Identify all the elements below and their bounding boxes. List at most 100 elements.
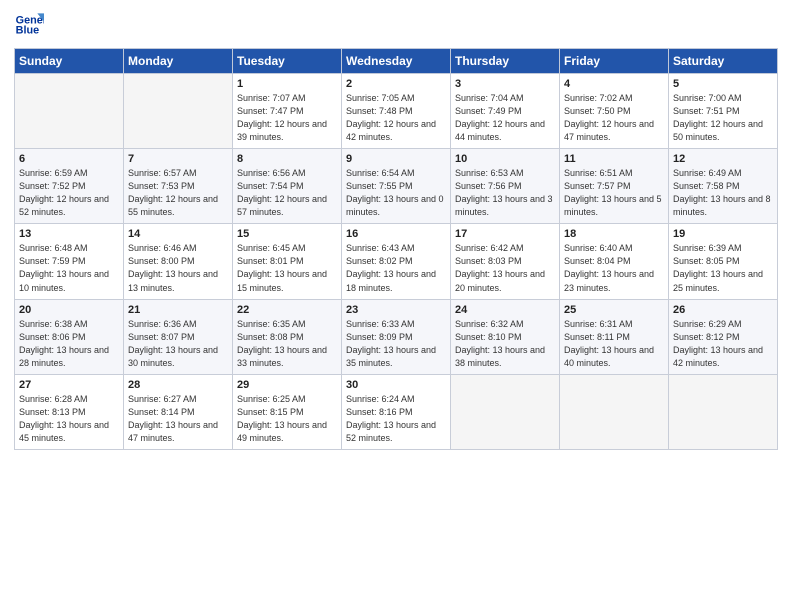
calendar-cell: 10Sunrise: 6:53 AMSunset: 7:56 PMDayligh… [451,149,560,224]
weekday-header-tuesday: Tuesday [233,49,342,74]
day-info: Sunrise: 6:46 AMSunset: 8:00 PMDaylight:… [128,242,228,294]
calendar-cell [669,374,778,449]
weekday-header-monday: Monday [124,49,233,74]
calendar-cell: 19 Sunrise: 6:39 AMSunset: 8:05 PMDayligh… [669,224,778,299]
day-info: Sunrise: 6:32 AMSunset: 8:10 PMDaylight:… [455,318,555,370]
day-info: Sunrise: 6:35 AMSunset: 8:08 PMDaylight:… [237,318,337,370]
day-number: 12 [673,153,773,165]
day-info: Sunrise: 6:36 AMSunset: 8:07 PMDaylight:… [128,318,228,370]
day-number: 27 [19,379,119,391]
day-info: Sunrise: 6:57 AMSunset: 7:53 PMDaylight:… [128,167,228,219]
day-info: Sunrise: 6:28 AMSunset: 8:13 PMDaylight:… [19,393,119,445]
week-row-2: 6 Sunrise: 6:59 AMSunset: 7:52 PMDaylight… [15,149,778,224]
day-number: 26 [673,304,773,316]
day-number: 3 [455,78,555,90]
day-info: Sunrise: 6:40 AMSunset: 8:04 PMDaylight:… [564,242,664,294]
day-number: 20 [19,304,119,316]
day-number: 6 [19,153,119,165]
day-info: Sunrise: 6:51 AMSunset: 7:57 PMDaylight:… [564,167,664,219]
day-info: Sunrise: 6:42 AMSunset: 8:03 PMDaylight:… [455,242,555,294]
day-number: 23 [346,304,446,316]
day-number: 25 [564,304,664,316]
svg-text:Blue: Blue [16,24,39,36]
calendar-cell: 9 Sunrise: 6:54 AMSunset: 7:55 PMDaylight… [342,149,451,224]
calendar-cell: 28 Sunrise: 6:27 AMSunset: 8:14 PMDayligh… [124,374,233,449]
calendar-cell: 26 Sunrise: 6:29 AMSunset: 8:12 PMDayligh… [669,299,778,374]
calendar-cell: 16Sunrise: 6:43 AMSunset: 8:02 PMDayligh… [342,224,451,299]
weekday-header-friday: Friday [560,49,669,74]
calendar-cell: 15Sunrise: 6:45 AMSunset: 8:01 PMDayligh… [233,224,342,299]
day-number: 14 [128,228,228,240]
calendar-cell: 24 Sunrise: 6:32 AMSunset: 8:10 PMDayligh… [451,299,560,374]
calendar-cell: 17 Sunrise: 6:42 AMSunset: 8:03 PMDayligh… [451,224,560,299]
day-info: Sunrise: 6:53 AMSunset: 7:56 PMDaylight:… [455,167,555,219]
day-info: Sunrise: 6:29 AMSunset: 8:12 PMDaylight:… [673,318,773,370]
day-number: 24 [455,304,555,316]
day-info: Sunrise: 6:27 AMSunset: 8:14 PMDaylight:… [128,393,228,445]
header: General Blue [14,10,778,40]
calendar-cell: 6 Sunrise: 6:59 AMSunset: 7:52 PMDaylight… [15,149,124,224]
day-number: 1 [237,78,337,90]
calendar-cell [124,74,233,149]
calendar-cell: 2 Sunrise: 7:05 AMSunset: 7:48 PMDaylight… [342,74,451,149]
day-info: Sunrise: 6:59 AMSunset: 7:52 PMDaylight:… [19,167,119,219]
calendar-cell: 30 Sunrise: 6:24 AMSunset: 8:16 PMDayligh… [342,374,451,449]
weekday-header-saturday: Saturday [669,49,778,74]
calendar-page: General Blue SundayMondayTuesdayWednesda… [0,0,792,612]
calendar-cell: 20 Sunrise: 6:38 AMSunset: 8:06 PMDayligh… [15,299,124,374]
calendar-cell: 8Sunrise: 6:56 AMSunset: 7:54 PMDaylight… [233,149,342,224]
calendar-cell: 4 Sunrise: 7:02 AMSunset: 7:50 PMDaylight… [560,74,669,149]
week-row-5: 27 Sunrise: 6:28 AMSunset: 8:13 PMDayligh… [15,374,778,449]
day-info: Sunrise: 6:49 AMSunset: 7:58 PMDaylight:… [673,167,773,219]
calendar-cell: 23 Sunrise: 6:33 AMSunset: 8:09 PMDayligh… [342,299,451,374]
calendar-cell: 1 Sunrise: 7:07 AMSunset: 7:47 PMDaylight… [233,74,342,149]
day-info: Sunrise: 6:45 AMSunset: 8:01 PMDaylight:… [237,242,337,294]
day-number: 30 [346,379,446,391]
day-info: Sunrise: 7:02 AMSunset: 7:50 PMDaylight:… [564,92,664,144]
day-number: 19 [673,228,773,240]
calendar-cell: 29 Sunrise: 6:25 AMSunset: 8:15 PMDayligh… [233,374,342,449]
day-number: 9 [346,153,446,165]
calendar-cell: 12 Sunrise: 6:49 AMSunset: 7:58 PMDayligh… [669,149,778,224]
calendar-cell: 18Sunrise: 6:40 AMSunset: 8:04 PMDayligh… [560,224,669,299]
day-info: Sunrise: 7:04 AMSunset: 7:49 PMDaylight:… [455,92,555,144]
calendar-table: SundayMondayTuesdayWednesdayThursdayFrid… [14,48,778,450]
day-info: Sunrise: 6:31 AMSunset: 8:11 PMDaylight:… [564,318,664,370]
day-number: 11 [564,153,664,165]
day-number: 5 [673,78,773,90]
day-info: Sunrise: 7:07 AMSunset: 7:47 PMDaylight:… [237,92,337,144]
week-row-1: 1 Sunrise: 7:07 AMSunset: 7:47 PMDaylight… [15,74,778,149]
logo-icon: General Blue [14,10,44,40]
day-number: 2 [346,78,446,90]
calendar-cell: 21 Sunrise: 6:36 AMSunset: 8:07 PMDayligh… [124,299,233,374]
day-info: Sunrise: 7:05 AMSunset: 7:48 PMDaylight:… [346,92,446,144]
calendar-cell [451,374,560,449]
day-info: Sunrise: 6:33 AMSunset: 8:09 PMDaylight:… [346,318,446,370]
day-number: 17 [455,228,555,240]
day-info: Sunrise: 6:39 AMSunset: 8:05 PMDaylight:… [673,242,773,294]
calendar-cell: 27 Sunrise: 6:28 AMSunset: 8:13 PMDayligh… [15,374,124,449]
day-info: Sunrise: 6:24 AMSunset: 8:16 PMDaylight:… [346,393,446,445]
day-number: 21 [128,304,228,316]
calendar-cell [15,74,124,149]
day-info: Sunrise: 6:25 AMSunset: 8:15 PMDaylight:… [237,393,337,445]
day-number: 16 [346,228,446,240]
day-number: 22 [237,304,337,316]
day-number: 29 [237,379,337,391]
weekday-header-wednesday: Wednesday [342,49,451,74]
week-row-4: 20 Sunrise: 6:38 AMSunset: 8:06 PMDayligh… [15,299,778,374]
calendar-cell: 22 Sunrise: 6:35 AMSunset: 8:08 PMDayligh… [233,299,342,374]
weekday-header-sunday: Sunday [15,49,124,74]
day-number: 8 [237,153,337,165]
weekday-header-row: SundayMondayTuesdayWednesdayThursdayFrid… [15,49,778,74]
day-info: Sunrise: 6:38 AMSunset: 8:06 PMDaylight:… [19,318,119,370]
calendar-cell: 14 Sunrise: 6:46 AMSunset: 8:00 PMDayligh… [124,224,233,299]
day-info: Sunrise: 6:54 AMSunset: 7:55 PMDaylight:… [346,167,446,219]
day-info: Sunrise: 7:00 AMSunset: 7:51 PMDaylight:… [673,92,773,144]
day-number: 4 [564,78,664,90]
calendar-cell: 25 Sunrise: 6:31 AMSunset: 8:11 PMDayligh… [560,299,669,374]
logo: General Blue [14,10,48,40]
calendar-cell [560,374,669,449]
calendar-cell: 11 Sunrise: 6:51 AMSunset: 7:57 PMDayligh… [560,149,669,224]
day-number: 28 [128,379,228,391]
